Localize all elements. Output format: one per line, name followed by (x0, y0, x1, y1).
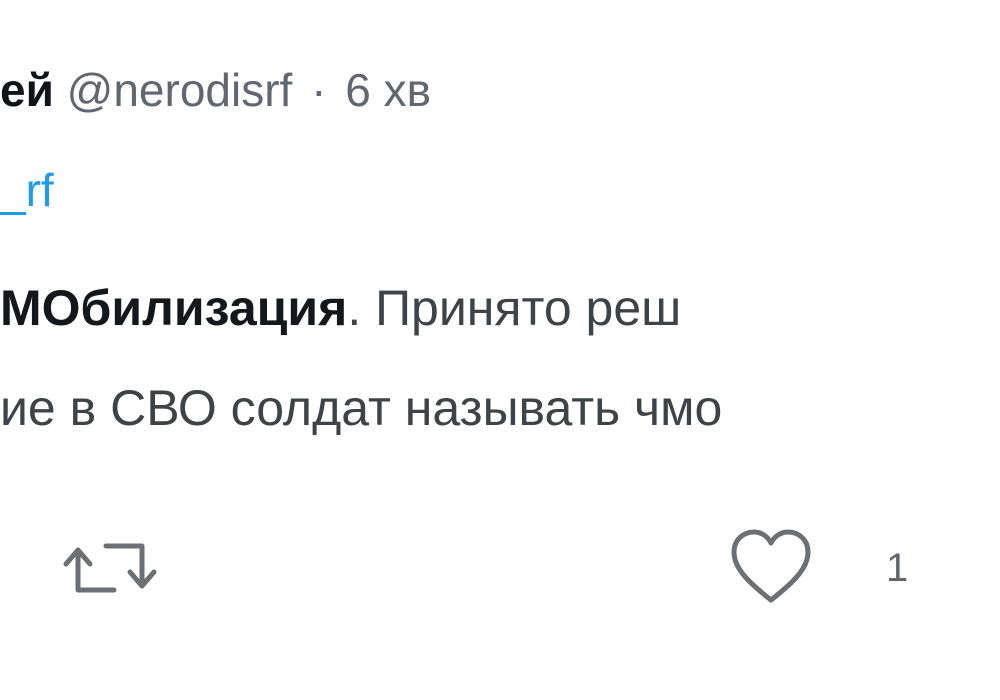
author-name[interactable]: ей (0, 64, 54, 116)
tweet-text-line-1: МОбилизация. Принято реш (0, 276, 681, 340)
tweet[interactable]: ей @nerodisrf · 6 хв _rf МОбилизация. Пр… (0, 0, 1000, 700)
tweet-text-line-2: ие в СВО солдат называть чмо (0, 380, 723, 436)
tweet-text-rest: . Принято реш (347, 280, 682, 336)
reply-to-mention[interactable]: _rf (0, 164, 54, 216)
like-count: 1 (886, 545, 909, 590)
tweet-header: ей @nerodisrf · 6 хв (0, 60, 431, 120)
heart-icon (731, 529, 811, 603)
tweet-timestamp[interactable]: 6 хв (345, 64, 431, 116)
tweet-actions: 1 (0, 520, 1000, 620)
header-separator: · (311, 64, 327, 116)
author-handle[interactable]: @nerodisrf (67, 64, 293, 116)
retweet-button[interactable] (62, 528, 158, 608)
reply-to-line: _rf (0, 160, 54, 220)
tweet-text-bold: МОбилизация (0, 280, 348, 336)
retweet-icon (63, 543, 157, 593)
like-button[interactable]: 1 (728, 528, 908, 608)
